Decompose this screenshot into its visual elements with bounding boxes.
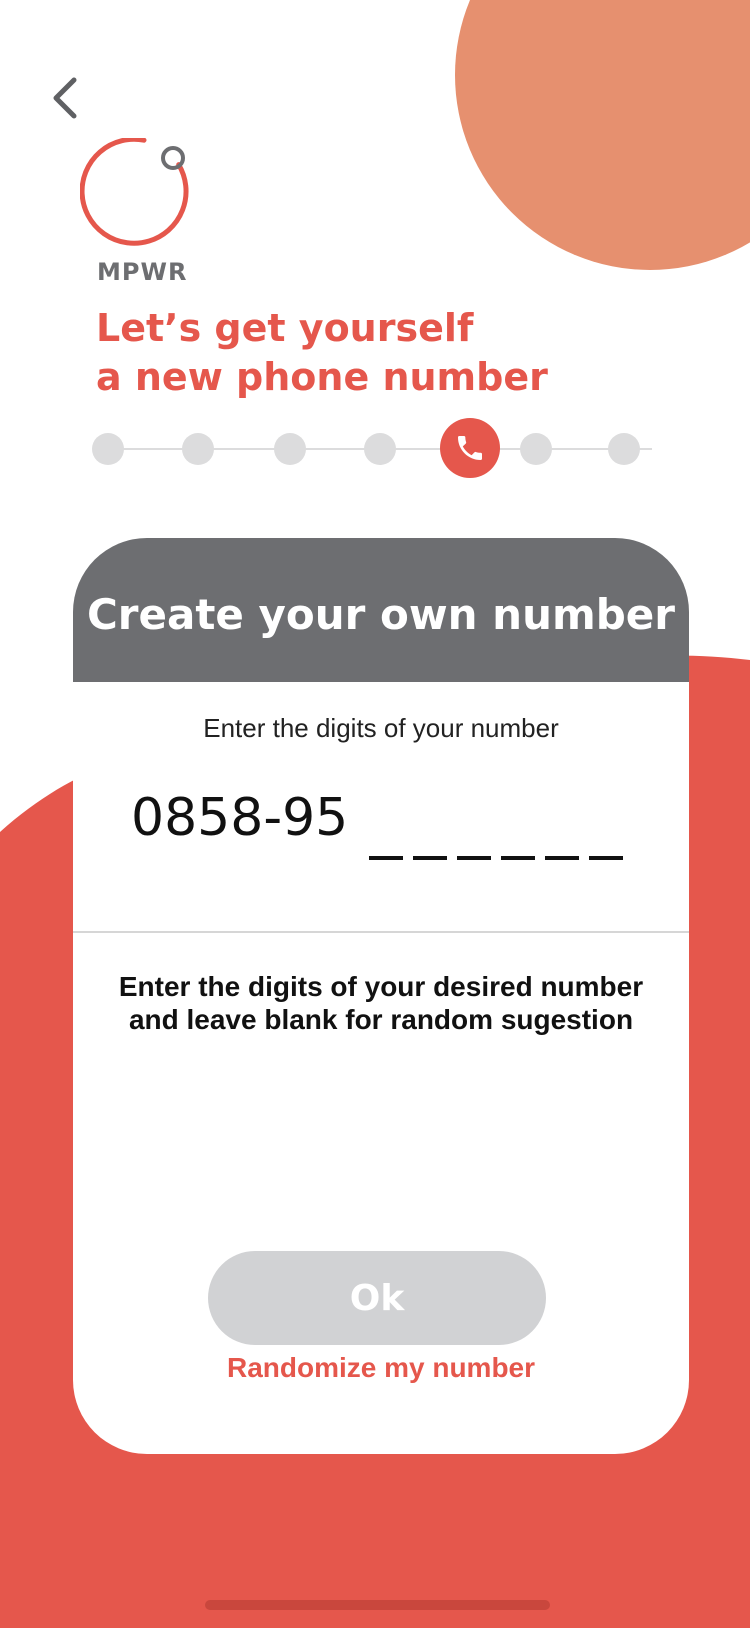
chevron-left-icon [53, 77, 77, 119]
step-1 [92, 433, 124, 465]
step-7 [608, 433, 640, 465]
headline-line-2: a new phone number [96, 355, 548, 399]
hint-line-1: Enter the digits of your desired number [118, 971, 644, 1002]
card-divider [73, 931, 689, 933]
step-5-current [440, 418, 500, 478]
progress-stepper [92, 418, 672, 480]
digit-slot-3[interactable] [457, 856, 491, 860]
step-6 [520, 433, 552, 465]
peach-circle-decoration [455, 0, 750, 270]
logo-dot [161, 146, 185, 170]
ok-button[interactable]: Ok [208, 1251, 546, 1345]
number-input-label: Enter the digits of your number [203, 713, 559, 743]
number-prefix: 0858-95 [131, 788, 349, 848]
step-3 [274, 433, 306, 465]
card-header: Create your own number [73, 538, 689, 682]
phone-icon [458, 436, 482, 460]
digit-input-slots[interactable] [369, 788, 629, 868]
digit-slot-4[interactable] [501, 856, 535, 860]
brand-name: MPWR [97, 258, 188, 286]
hint-line-2: and leave blank for random sugestion [128, 1004, 634, 1035]
step-4 [364, 433, 396, 465]
phone-number-field: 0858-95 [131, 788, 651, 868]
number-card: Create your own number Enter the digits … [73, 538, 689, 1454]
digit-slot-2[interactable] [413, 856, 447, 860]
page-headline: Let’s get yourself a new phone number [96, 304, 716, 402]
digit-slot-5[interactable] [545, 856, 579, 860]
headline-line-1: Let’s get yourself [96, 306, 474, 350]
step-2 [182, 433, 214, 465]
randomize-number-link[interactable]: Randomize my number [73, 1352, 689, 1384]
hint-text: Enter the digits of your desired number … [103, 970, 659, 1036]
digit-slot-6[interactable] [589, 856, 623, 860]
home-indicator[interactable] [205, 1600, 550, 1610]
phone-number-screen: MPWR Let’s get yourself a new phone numb… [0, 0, 750, 1628]
back-button[interactable] [40, 70, 90, 126]
logo-ring [80, 138, 189, 246]
digit-slot-1[interactable] [369, 856, 403, 860]
card-title: Create your own number [86, 589, 676, 639]
